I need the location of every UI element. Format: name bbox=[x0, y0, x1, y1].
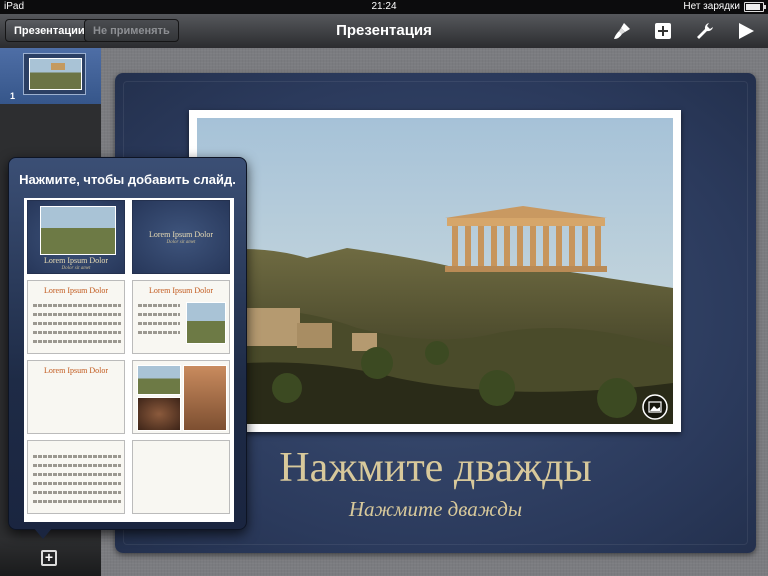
layout-blank[interactable] bbox=[132, 440, 230, 514]
paintbrush-icon[interactable] bbox=[612, 21, 632, 41]
layout-title-photo[interactable]: Lorem Ipsum Dolor Dolor sit amet bbox=[27, 200, 125, 274]
layout-title-bullets[interactable]: Lorem Ipsum Dolor bbox=[27, 280, 125, 354]
layout-title: Lorem Ipsum Dolor bbox=[44, 366, 108, 375]
add-media-icon[interactable] bbox=[653, 21, 673, 41]
slide-thumbnail-1[interactable]: 1 bbox=[0, 48, 101, 104]
toolbar: Презентации Не применять Презентация bbox=[0, 14, 768, 49]
slide-layout-popover: Нажмите, чтобы добавить слайд. Lorem Ips… bbox=[8, 157, 247, 530]
play-icon[interactable] bbox=[736, 21, 756, 41]
layout-title-top[interactable]: Lorem Ipsum Dolor bbox=[27, 360, 125, 434]
layout-subtitle: Dolor sit amet bbox=[166, 240, 196, 245]
slide-photo[interactable] bbox=[189, 110, 681, 432]
slide-thumbnail-preview bbox=[23, 53, 86, 95]
clock: 21:24 bbox=[371, 1, 397, 12]
status-bar: iPad 21:24 Нет зарядки bbox=[0, 0, 768, 14]
layout-list: Lorem Ipsum Dolor Dolor sit amet Lorem I… bbox=[24, 198, 234, 522]
layout-title: Lorem Ipsum Dolor bbox=[44, 256, 108, 265]
layout-subtitle: Dolor sit amet bbox=[61, 266, 91, 271]
layout-title: Lorem Ipsum Dolor bbox=[44, 286, 108, 295]
temple-photo bbox=[197, 118, 673, 424]
add-slide-button[interactable]: + bbox=[41, 550, 57, 566]
layout-bullets[interactable] bbox=[27, 440, 125, 514]
slide-number: 1 bbox=[10, 91, 16, 101]
layout-image bbox=[186, 302, 226, 344]
layout-photos[interactable] bbox=[132, 360, 230, 434]
wrench-icon[interactable] bbox=[695, 21, 715, 41]
popover-arrow bbox=[33, 527, 53, 539]
popover-title: Нажмите, чтобы добавить слайд. bbox=[19, 172, 236, 187]
layout-title-only[interactable]: Lorem Ipsum Dolor Dolor sit amet bbox=[132, 200, 230, 274]
layout-title: Lorem Ipsum Dolor bbox=[149, 230, 213, 239]
battery-icon bbox=[744, 2, 766, 12]
battery-text: Нет зарядки bbox=[683, 1, 740, 12]
layout-title: Lorem Ipsum Dolor bbox=[149, 286, 213, 295]
layout-title-bullets-photo[interactable]: Lorem Ipsum Dolor bbox=[132, 280, 230, 354]
layout-image bbox=[40, 206, 116, 255]
